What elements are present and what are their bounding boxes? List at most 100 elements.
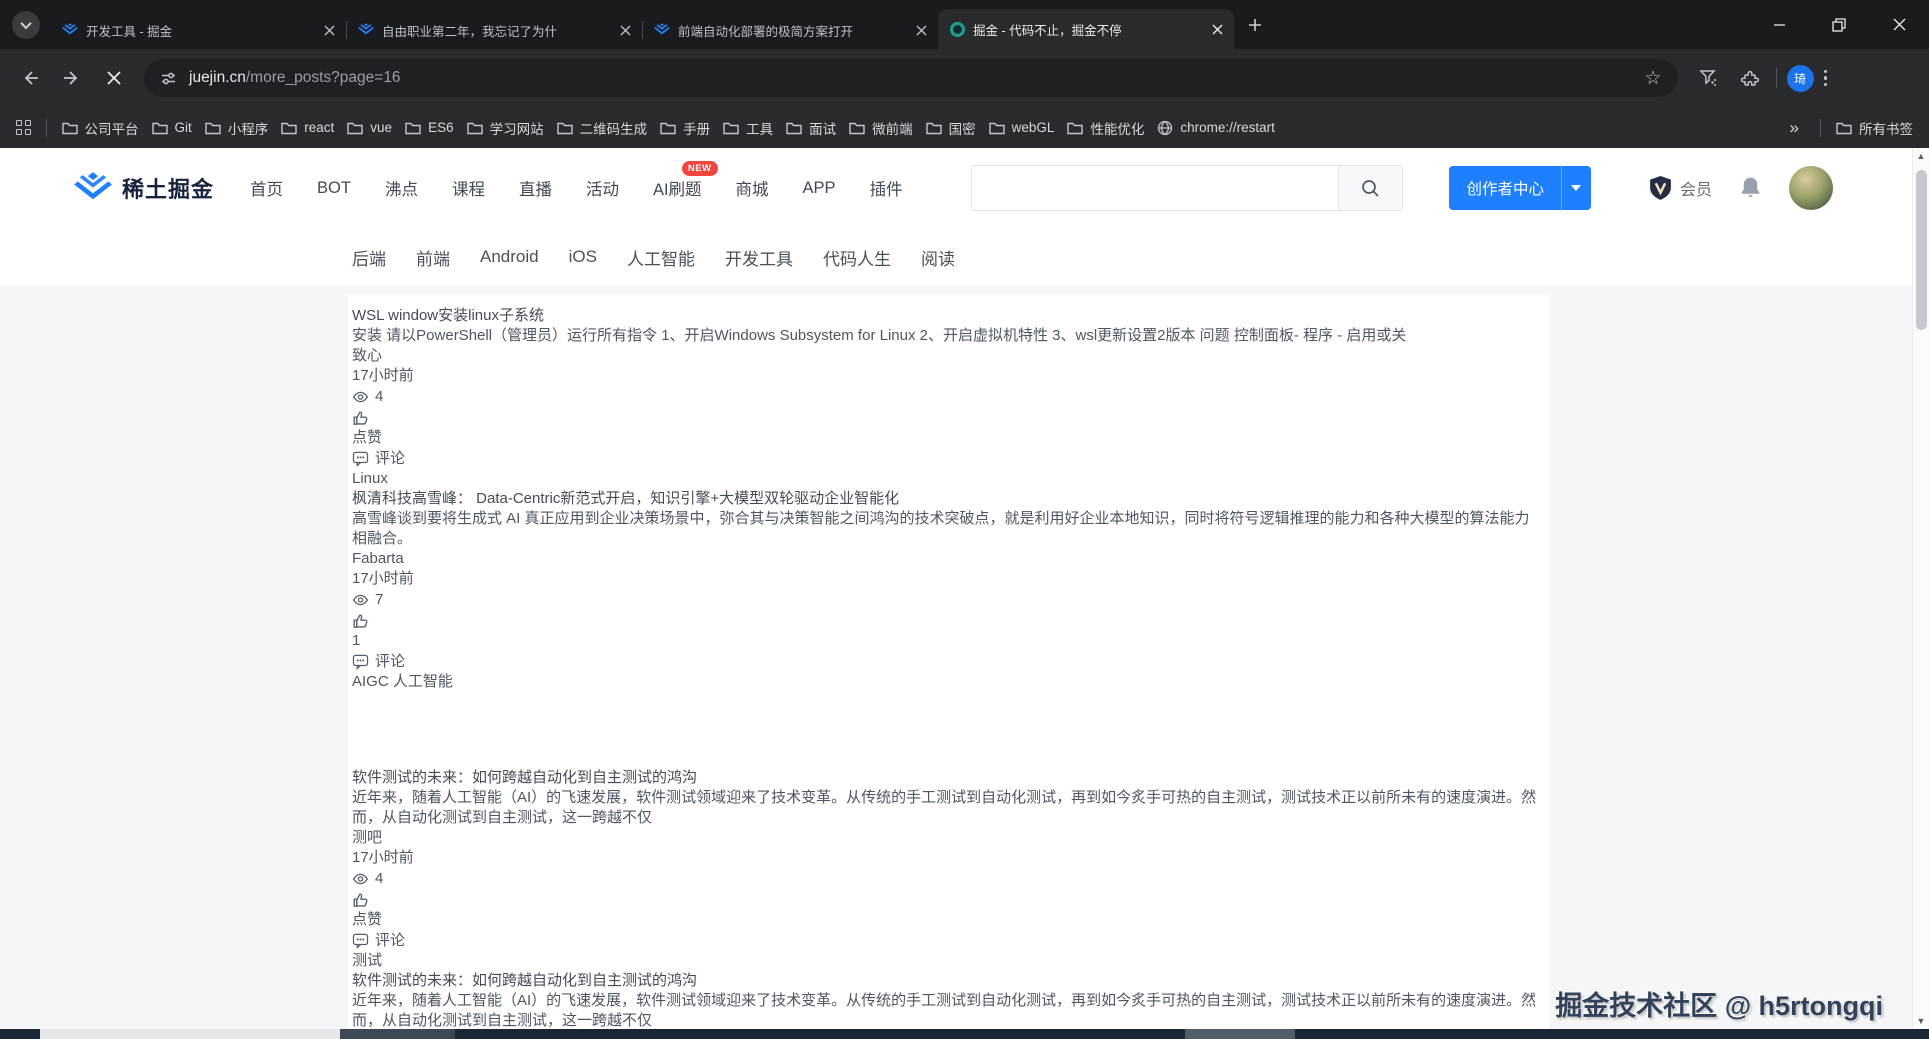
subnav-devtools[interactable]: 开发工具 xyxy=(725,245,793,270)
like-label[interactable]: 点赞 xyxy=(352,910,1539,930)
bookmark-folder[interactable]: 公司平台 xyxy=(62,118,139,138)
profile-initial: 琦 xyxy=(1794,70,1806,87)
bookmark-folder[interactable]: 微前端 xyxy=(849,118,913,138)
browser-profile-avatar[interactable]: 琦 xyxy=(1787,65,1814,92)
restore-button[interactable] xyxy=(1809,0,1869,49)
tab-close-icon[interactable] xyxy=(912,21,930,39)
browser-menu-icon[interactable] xyxy=(1824,70,1828,87)
scroll-down-icon[interactable]: ▼ xyxy=(1917,1013,1926,1029)
adblock-extension-icon[interactable] xyxy=(1692,62,1724,94)
juejin-logo[interactable]: 稀土掘金 xyxy=(74,172,214,204)
tab-1[interactable]: 开发工具 - 掘金 xyxy=(50,11,346,49)
minimize-button[interactable] xyxy=(1749,0,1809,49)
user-avatar[interactable] xyxy=(1789,166,1833,210)
tab-close-icon[interactable] xyxy=(1208,20,1226,38)
post-author-link[interactable]: 致心 xyxy=(352,346,1539,366)
bookmark-folder[interactable]: 国密 xyxy=(926,118,976,138)
creator-dropdown-button[interactable] xyxy=(1561,166,1591,210)
nav-pins[interactable]: 沸点 xyxy=(385,176,418,200)
vip-member[interactable]: 会员 xyxy=(1647,175,1712,202)
nav-bot[interactable]: BOT xyxy=(317,179,351,198)
post-tags[interactable]: Linux xyxy=(352,469,1539,489)
subnav-ios[interactable]: iOS xyxy=(569,247,597,267)
bookmark-folder[interactable]: 工具 xyxy=(723,118,773,138)
tab-search-button[interactable] xyxy=(12,11,40,39)
bookmark-star-icon[interactable]: ☆ xyxy=(1644,67,1661,90)
tab-4-active[interactable]: 掘金 - 代码不止，掘金不停 xyxy=(938,9,1234,49)
subnav-frontend[interactable]: 前端 xyxy=(416,245,450,270)
vertical-scrollbar[interactable]: ▲ ▼ xyxy=(1912,148,1929,1029)
subnav-ai[interactable]: 人工智能 xyxy=(627,245,695,270)
nav-live[interactable]: 直播 xyxy=(519,176,552,200)
like-button[interactable] xyxy=(352,610,1539,631)
bookmark-folder[interactable]: 二维码生成 xyxy=(557,118,648,138)
scroll-up-icon[interactable]: ▲ xyxy=(1917,148,1926,164)
post-title-link[interactable]: WSL window安装linux子系统 xyxy=(352,306,1539,326)
nav-app[interactable]: APP xyxy=(803,179,836,198)
eye-icon xyxy=(352,592,369,608)
site-info-icon[interactable] xyxy=(160,70,177,87)
strip-segment xyxy=(1185,1029,1295,1039)
nav-home[interactable]: 首页 xyxy=(250,176,283,200)
subnav-backend[interactable]: 后端 xyxy=(352,245,386,270)
post-title-link[interactable]: 软件测试的未来：如何跨越自动化到自主测试的鸿沟 xyxy=(352,971,1539,991)
like-button[interactable] xyxy=(352,889,1539,910)
post-author-link[interactable]: 测吧 xyxy=(352,828,1539,848)
nav-plugin[interactable]: 插件 xyxy=(870,176,903,200)
bookmark-folder[interactable]: 手册 xyxy=(660,118,710,138)
bookmark-folder[interactable]: 学习网站 xyxy=(467,118,544,138)
post-list: WSL window安装linux子系统 安装 请以PowerShell（管理员… xyxy=(348,294,1549,1029)
like-label[interactable]: 1 xyxy=(352,631,1539,651)
comment-button[interactable]: 评论 xyxy=(352,448,1539,469)
close-window-button[interactable] xyxy=(1869,0,1929,49)
bookmarks-bar: 公司平台 Git 小程序 react vue ES6 学习网站 二维码生成 手册… xyxy=(0,107,1929,148)
strip-segment xyxy=(1295,1029,1929,1039)
scrollbar-thumb[interactable] xyxy=(1916,170,1927,330)
all-bookmarks-folder[interactable]: 所有书签 xyxy=(1836,118,1913,138)
subnav-reading[interactable]: 阅读 xyxy=(921,245,955,270)
bookmarks-overflow-chevron[interactable]: » xyxy=(1784,118,1805,138)
extensions-puzzle-icon[interactable] xyxy=(1734,62,1766,94)
tab-2[interactable]: 自由职业第二年，我忘记了为什 xyxy=(346,11,642,49)
vip-shield-icon xyxy=(1647,175,1674,202)
tab-close-icon[interactable] xyxy=(320,21,338,39)
post-title-link[interactable]: 软件测试的未来：如何跨越自动化到自主测试的鸿沟 xyxy=(352,768,1539,788)
apps-grid-icon[interactable] xyxy=(16,120,31,135)
notification-bell-icon[interactable] xyxy=(1738,175,1763,201)
new-badge: NEW xyxy=(682,161,718,176)
bookmark-folder[interactable]: Git xyxy=(152,120,192,135)
bookmark-folder[interactable]: 面试 xyxy=(786,118,836,138)
new-tab-button[interactable] xyxy=(1240,10,1270,40)
subnav-career[interactable]: 代码人生 xyxy=(823,245,891,270)
subnav-android[interactable]: Android xyxy=(480,247,539,267)
bookmark-folder[interactable]: react xyxy=(281,120,334,135)
tab-close-icon[interactable] xyxy=(616,21,634,39)
bookmark-folder[interactable]: ES6 xyxy=(405,120,454,135)
comment-button[interactable]: 评论 xyxy=(352,930,1539,951)
bookmark-folder[interactable]: 小程序 xyxy=(205,118,269,138)
search-input[interactable] xyxy=(972,166,1338,210)
nav-events[interactable]: 活动 xyxy=(586,176,619,200)
back-button[interactable] xyxy=(14,62,46,94)
creator-center-button[interactable]: 创作者中心 xyxy=(1449,166,1591,210)
address-bar[interactable]: juejin.cn/more_posts?page=16 ☆ xyxy=(144,59,1678,97)
bookmark-folder[interactable]: vue xyxy=(347,120,392,135)
search-button[interactable] xyxy=(1338,166,1402,210)
comment-icon xyxy=(352,450,369,467)
bookmark-folder[interactable]: 性能优化 xyxy=(1067,118,1144,138)
forward-button[interactable] xyxy=(56,62,88,94)
post-title-link[interactable]: 枫清科技高雪峰： Data-Centric新范式开启，知识引擎+大模型双轮驱动企… xyxy=(352,489,1539,509)
tab-3[interactable]: 前端自动化部署的极简方案打开 xyxy=(642,11,938,49)
nav-courses[interactable]: 课程 xyxy=(452,176,485,200)
like-label[interactable]: 点赞 xyxy=(352,428,1539,448)
comment-button[interactable]: 评论 xyxy=(352,651,1539,672)
bookmark-folder[interactable]: webGL xyxy=(989,120,1055,135)
like-button[interactable] xyxy=(352,407,1539,428)
post-tags[interactable]: 测试 xyxy=(352,951,1539,971)
post-author-link[interactable]: Fabarta xyxy=(352,549,1539,569)
stop-loading-button[interactable] xyxy=(98,62,130,94)
nav-shop[interactable]: 商城 xyxy=(736,176,769,200)
nav-ai-quiz[interactable]: AI刷题NEW xyxy=(653,176,702,200)
post-tags[interactable]: AIGC 人工智能 xyxy=(352,672,1539,692)
bookmark-restart-link[interactable]: chrome://restart xyxy=(1157,120,1275,136)
